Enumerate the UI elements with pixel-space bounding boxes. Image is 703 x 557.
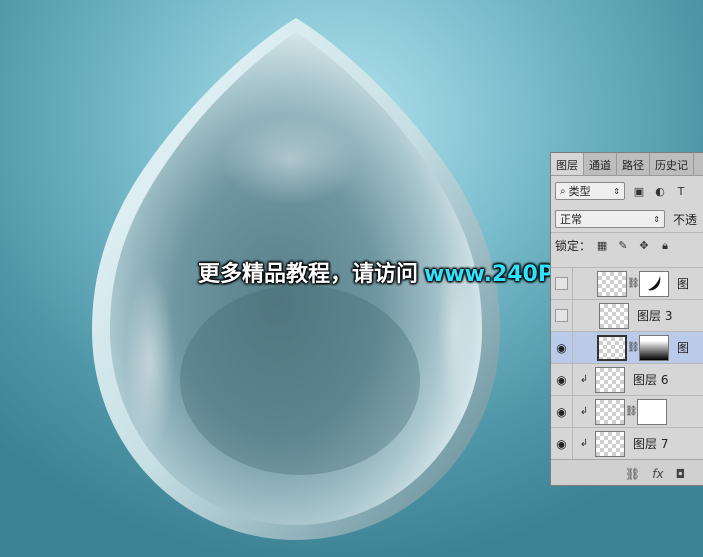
visibility-off-icon [555, 309, 568, 322]
link-layers-icon[interactable]: ⛓ [625, 467, 640, 481]
layer-thumbnail [599, 302, 629, 329]
tab-channels[interactable]: 通道 [584, 153, 617, 175]
adjustment-filter-icon[interactable]: ◐ [653, 184, 667, 198]
lock-paint-icon[interactable]: ✎ [616, 239, 630, 253]
tab-history[interactable]: 历史记 [650, 153, 694, 175]
lock-all-icon[interactable]: 🔒︎ [658, 239, 672, 253]
visibility-toggle[interactable]: ◉ [551, 363, 573, 396]
link-icon[interactable]: ⛓ [625, 406, 638, 417]
eye-icon: ◉ [556, 372, 567, 387]
blend-mode-select[interactable]: 正常 ⇕ [555, 210, 665, 228]
clipping-arrow-icon: ↲ [579, 406, 589, 417]
layer-thumbnail [595, 430, 625, 457]
layer-mask-thumbnail[interactable] [637, 398, 667, 425]
type-filter-icon[interactable]: T [674, 184, 688, 198]
visibility-toggle[interactable]: ◉ [551, 331, 573, 364]
select-arrows-icon: ⇕ [613, 186, 620, 196]
drop-highlight-top [220, 115, 360, 205]
layer-row[interactable]: ◉ ↲ 图层 7 [551, 427, 703, 460]
clipping-arrow-icon: ↲ [579, 438, 589, 449]
layer-mask-thumbnail[interactable] [639, 334, 669, 361]
filter-kind-label: 类型 [568, 185, 591, 198]
layer-name: 图层 3 [637, 309, 673, 323]
eye-icon: ◉ [556, 404, 567, 419]
layer-thumbnail [597, 334, 627, 361]
layer-name: 图层 7 [633, 437, 669, 451]
filter-row: ⌕ 类型 ⇕ ▣ ◐ T [551, 176, 703, 206]
eye-icon: ◉ [556, 340, 567, 355]
filter-kind-select[interactable]: ⌕ 类型 ⇕ [555, 182, 625, 200]
drop-core-shadow [180, 285, 420, 475]
mask-shape-icon [648, 275, 661, 290]
eye-icon: ◉ [556, 436, 567, 451]
panel-footer: ⛓ fx ◘ [551, 459, 703, 485]
lock-label: 锁定： [555, 239, 592, 253]
layer-row[interactable]: ◉ ↲ ⛓ [551, 395, 703, 428]
blend-mode-value: 正常 [560, 213, 582, 226]
layer-name: 图 [677, 341, 690, 355]
lock-row: 锁定： ▦ ✎ ✥ 🔒︎ [551, 232, 703, 258]
visibility-toggle[interactable] [551, 267, 573, 300]
visibility-toggle[interactable]: ◉ [551, 427, 573, 460]
blend-row: 正常 ⇕ 不透 [551, 206, 703, 232]
link-icon[interactable]: ⛓ [627, 342, 640, 353]
drop-highlight-left [125, 270, 175, 450]
image-filter-icon[interactable]: ▣ [632, 184, 646, 198]
layer-row-selected[interactable]: ◉ ⛓ 图 [551, 331, 703, 364]
layer-row[interactable]: ⛓ 图 [551, 267, 703, 300]
layer-mask-thumbnail[interactable] [639, 270, 669, 297]
visibility-off-icon [555, 277, 568, 290]
watermark-text: 更多精品教程，请访问 [198, 262, 419, 287]
panel-tabs: 图层 通道 路径 历史记 [551, 153, 703, 176]
tab-paths[interactable]: 路径 [617, 153, 650, 175]
layer-name: 图层 6 [633, 373, 669, 387]
layer-thumbnail [595, 366, 625, 393]
tab-layers[interactable]: 图层 [551, 153, 584, 175]
clipping-arrow-icon: ↲ [579, 374, 589, 385]
opacity-label: 不透 [673, 212, 698, 227]
add-mask-icon[interactable]: ◘ [676, 467, 686, 481]
visibility-toggle[interactable]: ◉ [551, 395, 573, 428]
layer-row[interactable]: 图层 3 [551, 299, 703, 332]
select-arrows-icon: ⇕ [653, 214, 660, 224]
layer-name: 图 [677, 277, 690, 291]
visibility-toggle[interactable] [551, 299, 573, 332]
layer-row[interactable]: ◉ ↲ 图层 6 [551, 363, 703, 396]
layer-style-button[interactable]: fx [652, 467, 663, 481]
layers-panel: 图层 通道 路径 历史记 ⌕ 类型 ⇕ ▣ ◐ T 正常 ⇕ 不透 锁定： ▦ … [550, 152, 703, 486]
link-icon[interactable]: ⛓ [627, 278, 640, 289]
search-icon: ⌕ [560, 185, 566, 197]
layer-thumbnail [595, 398, 625, 425]
lock-transparent-icon[interactable]: ▦ [595, 239, 609, 253]
lock-move-icon[interactable]: ✥ [637, 239, 651, 253]
layer-thumbnail [597, 270, 627, 297]
